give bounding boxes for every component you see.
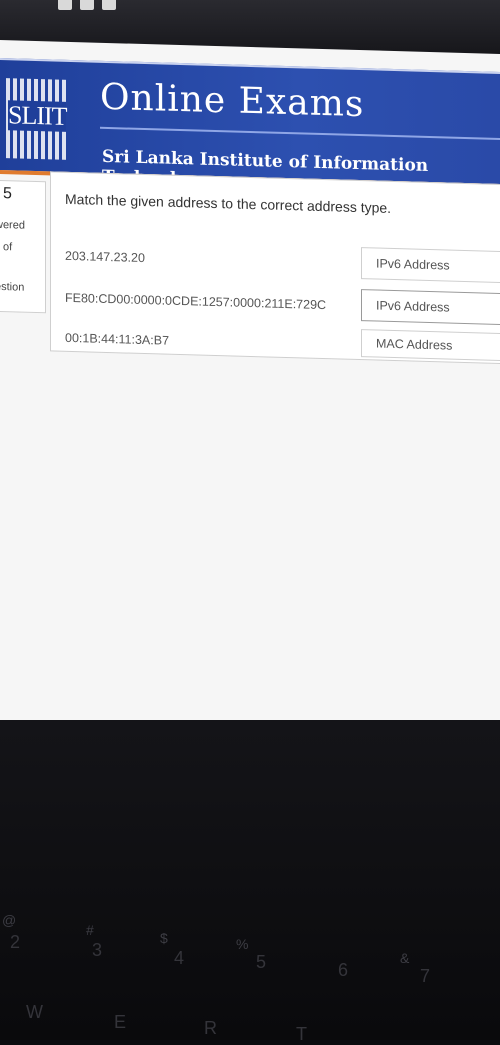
key-t[interactable]: T (296, 1024, 307, 1045)
quiz-navigation-panel: 5 wered of estion (0, 179, 46, 314)
logo-text: SLIIT (8, 100, 67, 132)
answer-select-2[interactable]: IPv6 Address (361, 289, 500, 326)
header-top-line (0, 58, 500, 74)
address-label-1: 203.147.23.20 (65, 248, 145, 266)
key-percent[interactable]: % (236, 936, 248, 952)
sidebar-label-of: of (3, 241, 13, 254)
answer-select-1[interactable]: IPv6 Address (361, 247, 500, 284)
key-w[interactable]: W (26, 1002, 43, 1023)
laptop-keyboard: @ 2 # 3 $ 4 % 5 6 & 7 W E R T (0, 720, 500, 1044)
key-hash[interactable]: # (86, 922, 94, 938)
key-4[interactable]: 4 (174, 948, 184, 969)
question-panel: Match the given address to the correct a… (50, 171, 500, 365)
key-r[interactable]: R (204, 1018, 217, 1039)
answer-select-3[interactable]: MAC Address (361, 329, 500, 362)
key-2[interactable]: 2 (10, 932, 20, 953)
key-dollar[interactable]: $ (160, 930, 168, 946)
app-title: Online Exams (100, 76, 365, 126)
key-e[interactable]: E (114, 1012, 126, 1033)
title-divider (100, 126, 500, 140)
key-7[interactable]: 7 (420, 966, 430, 987)
question-count: 5 (3, 185, 12, 203)
key-3[interactable]: 3 (92, 940, 102, 961)
question-prompt: Match the given address to the correct a… (65, 190, 392, 216)
key-ampersand[interactable]: & (400, 950, 409, 966)
sidebar-label-question: estion (0, 280, 25, 294)
key-at[interactable]: @ (2, 912, 16, 928)
browser-viewport: SLIIT Online Exams Sri Lanka Institute o… (0, 40, 500, 734)
key-5[interactable]: 5 (256, 952, 266, 973)
browser-tab-stub (58, 0, 72, 10)
browser-tab-stub (80, 0, 94, 10)
sliit-logo[interactable]: SLIIT (6, 78, 68, 160)
sidebar-label-answered: wered (0, 218, 25, 232)
browser-tab-stub (102, 0, 116, 10)
site-header: SLIIT Online Exams Sri Lanka Institute o… (0, 58, 500, 190)
address-label-2: FE80:CD00:0000:0CDE:1257:0000:211E:729C (65, 290, 327, 313)
key-6[interactable]: 6 (338, 960, 348, 981)
address-label-3: 00:1B:44:11:3A:B7 (65, 330, 170, 348)
